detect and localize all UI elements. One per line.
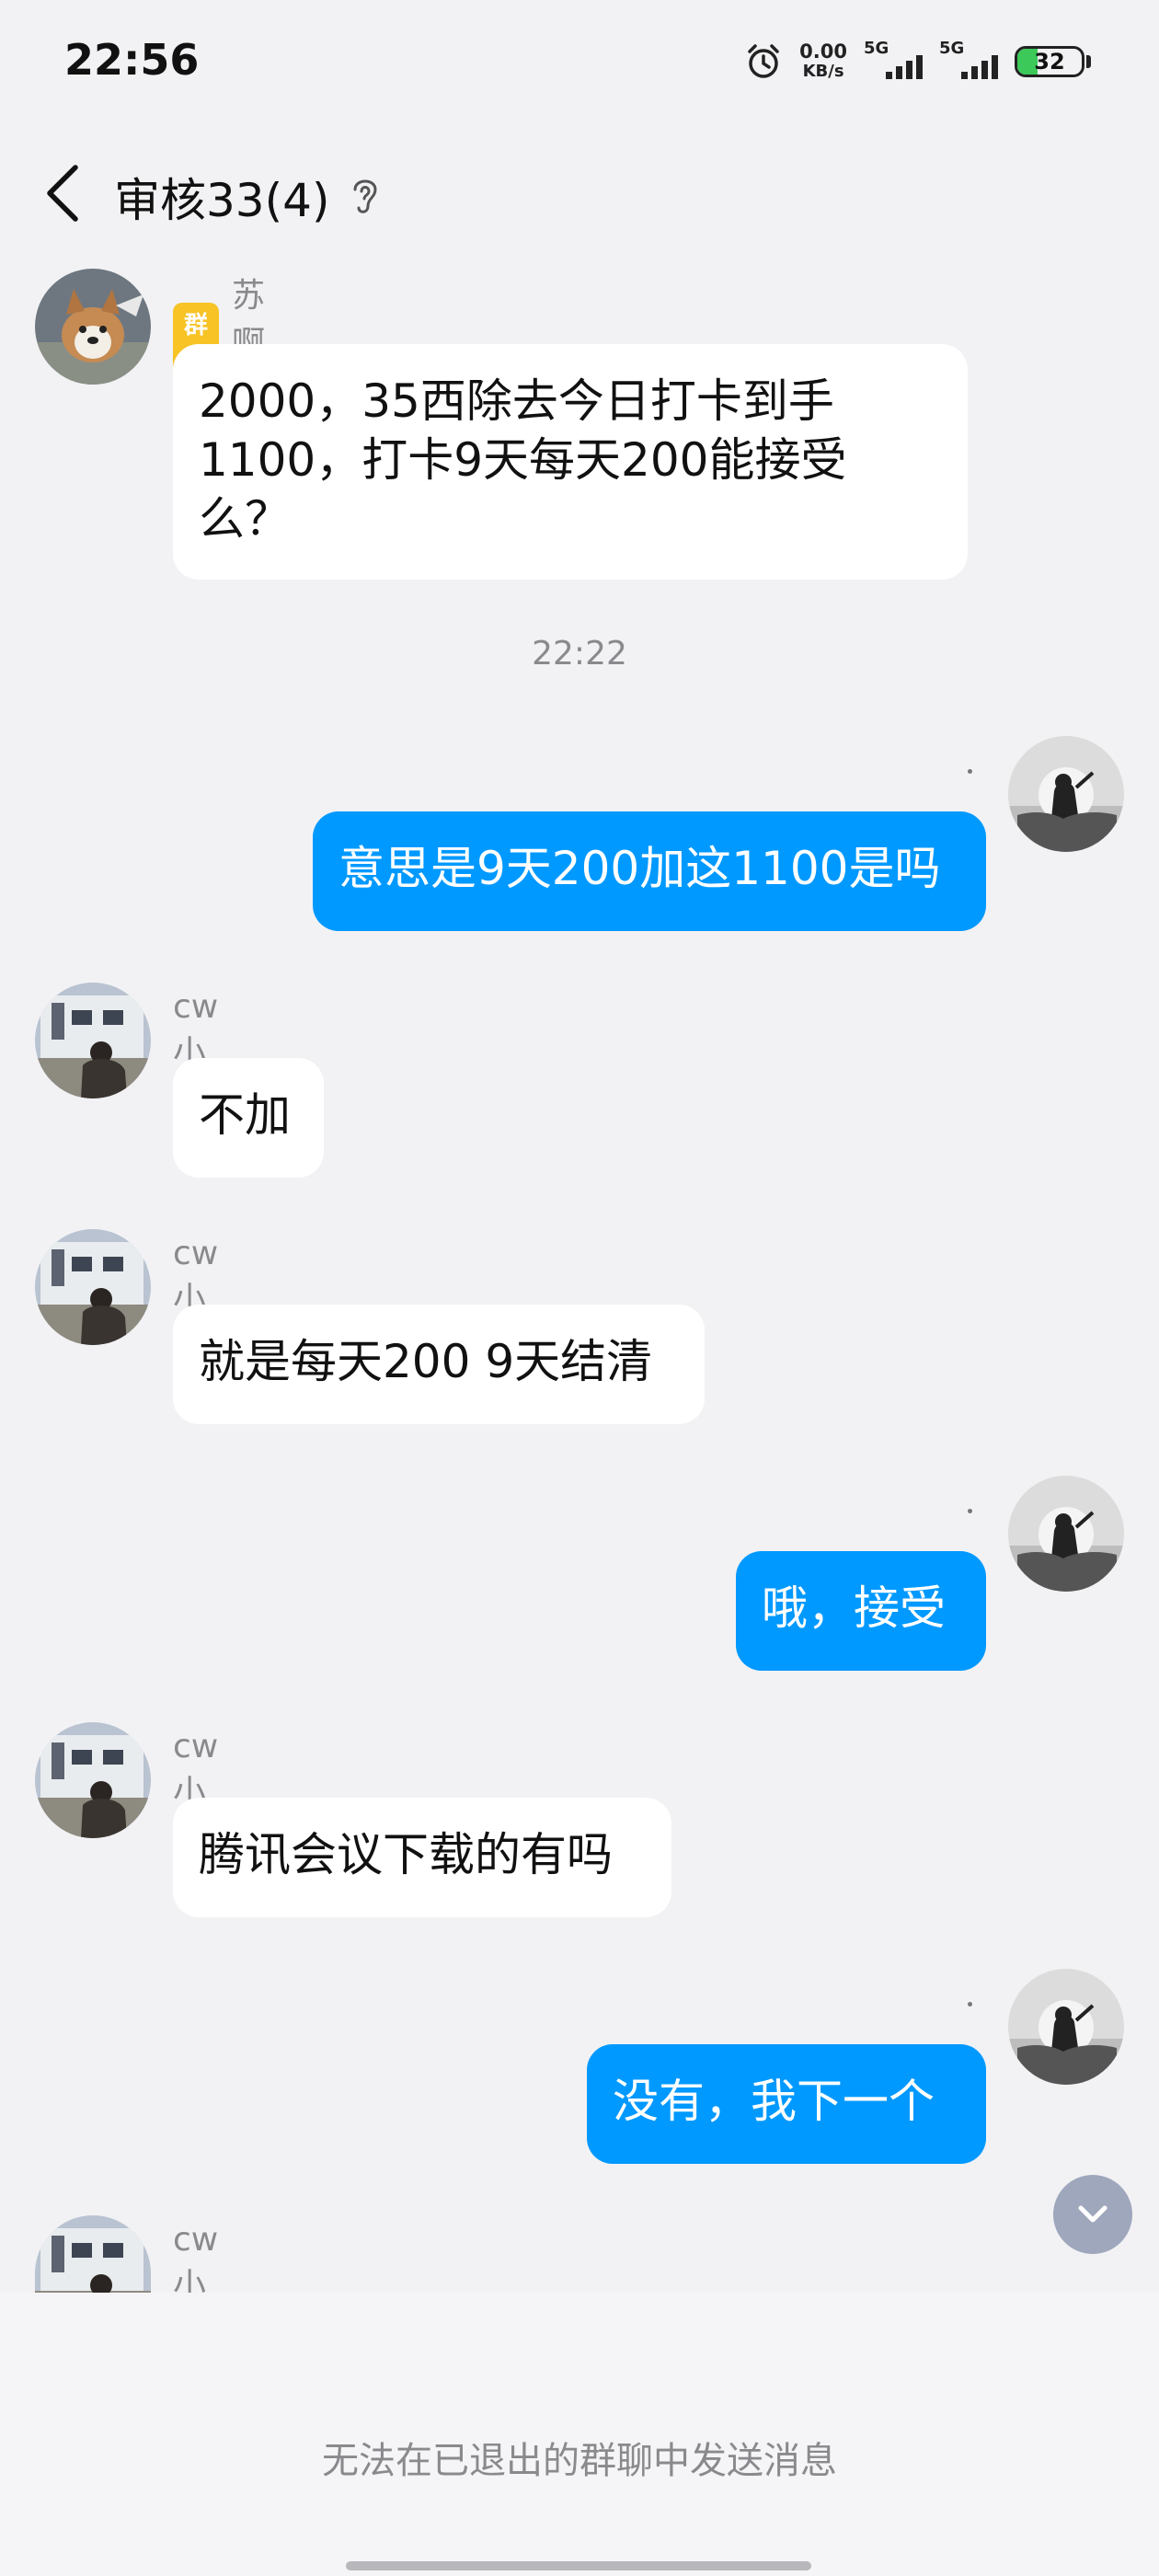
network-speed: 0.00 KB/s	[799, 41, 847, 82]
battery-level: 32	[1034, 49, 1065, 75]
message-text: 腾讯会议下载的有吗	[199, 1828, 613, 1881]
read-indicator	[968, 1509, 972, 1513]
battery-cap	[1086, 55, 1091, 68]
message-bubble[interactable]: 没有，我下一个	[587, 2044, 986, 2164]
avatar[interactable]	[35, 1229, 151, 1345]
message-text-line: 2000，35西除去今日打卡到手	[199, 374, 834, 428]
signal-icon: 5G	[864, 39, 923, 83]
message-text: 意思是9天200加这1100是吗	[339, 842, 941, 895]
avatar[interactable]	[1008, 1969, 1124, 2085]
message-text: 就是每天200 9天结清	[199, 1335, 653, 1388]
message-bubble[interactable]: 2000，35西除去今日打卡到手 1100，打卡9天每天200能接受 么？	[173, 344, 968, 580]
avatar[interactable]	[35, 2215, 151, 2293]
back-button[interactable]	[37, 158, 92, 228]
timestamp: 22:22	[532, 635, 627, 673]
avatar[interactable]	[35, 1722, 151, 1838]
chat-header: 审核33(4)	[0, 147, 1159, 239]
alarm-icon	[744, 42, 783, 81]
battery-icon: 32	[1015, 46, 1084, 77]
chat-title: 审核33(4)	[114, 174, 330, 227]
message-bubble[interactable]: 意思是9天200加这1100是吗	[313, 811, 986, 931]
network-speed-value: 0.00	[799, 40, 847, 63]
back-arrow-icon	[47, 165, 78, 222]
message-text: 哦，接受	[762, 1581, 946, 1635]
ear-icon[interactable]	[346, 173, 383, 219]
avatar[interactable]	[1008, 1476, 1124, 1592]
status-bar: 22:56 0.00 KB/s 5G 5G 32	[0, 0, 1159, 125]
read-indicator	[968, 2002, 972, 2007]
avatar[interactable]	[35, 983, 151, 1098]
chat-footer: 无法在已退出的群聊中发送消息	[0, 2293, 1159, 2576]
network-speed-unit: KB/s	[802, 62, 844, 81]
avatar[interactable]	[35, 269, 151, 385]
chevron-down-icon	[1078, 2205, 1107, 2223]
message-text-line: 么？	[199, 492, 291, 546]
signal-icon: 5G	[939, 39, 998, 83]
message-text: 没有，我下一个	[613, 2075, 935, 2128]
read-indicator	[968, 769, 972, 774]
message-bubble[interactable]: 不加	[173, 1058, 324, 1178]
status-icons: 0.00 KB/s 5G 5G 32	[744, 39, 1091, 83]
message-bubble[interactable]: 腾讯会议下载的有吗	[173, 1798, 671, 1917]
message-text: 不加	[199, 1088, 291, 1142]
scroll-to-bottom-button[interactable]	[1053, 2175, 1132, 2254]
message-bubble[interactable]: 就是每天200 9天结清	[173, 1305, 705, 1424]
home-indicator[interactable]	[346, 2561, 811, 2570]
message-text-line: 1100，打卡9天每天200能接受	[199, 433, 847, 487]
status-time: 22:56	[64, 35, 200, 85]
avatar[interactable]	[1008, 736, 1124, 852]
cannot-send-notice: 无法在已退出的群聊中发送消息	[322, 2440, 837, 2482]
message-bubble[interactable]: 哦，接受	[736, 1551, 986, 1671]
